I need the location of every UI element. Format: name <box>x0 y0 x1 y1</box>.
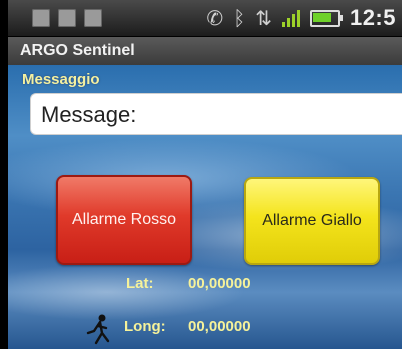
longitude-value: 00,00000 <box>188 318 251 335</box>
signal-icon <box>281 9 300 27</box>
yellow-alarm-button[interactable]: Allarme Giallo <box>244 177 380 265</box>
battery-icon <box>309 9 343 27</box>
person-icon <box>86 314 110 345</box>
message-label: Messaggio <box>22 71 100 88</box>
phone-icon: ✆ <box>206 6 224 30</box>
app-title-bar: ARGO Sentinel <box>8 37 402 65</box>
app-title: ARGO Sentinel <box>20 42 135 59</box>
notification-icon <box>84 9 102 27</box>
status-time: 12:5 <box>349 5 396 30</box>
facebook-icon <box>32 9 50 27</box>
status-notifications <box>32 9 102 27</box>
red-alarm-label: Allarme Rosso <box>71 211 177 228</box>
main-content: Messaggio Message: Allarme Rosso Allarme… <box>8 65 402 349</box>
facebook-icon <box>58 9 76 27</box>
network-icon: ⇅ <box>255 6 272 30</box>
message-input-placeholder: Message: <box>41 102 137 127</box>
message-input[interactable]: Message: <box>30 93 402 135</box>
yellow-alarm-label: Allarme Giallo <box>262 212 362 229</box>
latitude-value: 00,00000 <box>188 275 251 292</box>
longitude-label: Long: <box>124 318 166 335</box>
phone-screen: ✆ ᛒ ⇅ 12:5 ARGO Sentinel Messaggio Messa… <box>0 0 402 349</box>
status-indicators: ✆ ᛒ ⇅ 12:5 <box>206 4 396 32</box>
status-bar: ✆ ᛒ ⇅ 12:5 <box>8 0 402 37</box>
red-alarm-button[interactable]: Allarme Rosso <box>56 175 192 265</box>
latitude-label: Lat: <box>126 275 154 292</box>
bluetooth-icon: ᛒ <box>233 6 246 30</box>
